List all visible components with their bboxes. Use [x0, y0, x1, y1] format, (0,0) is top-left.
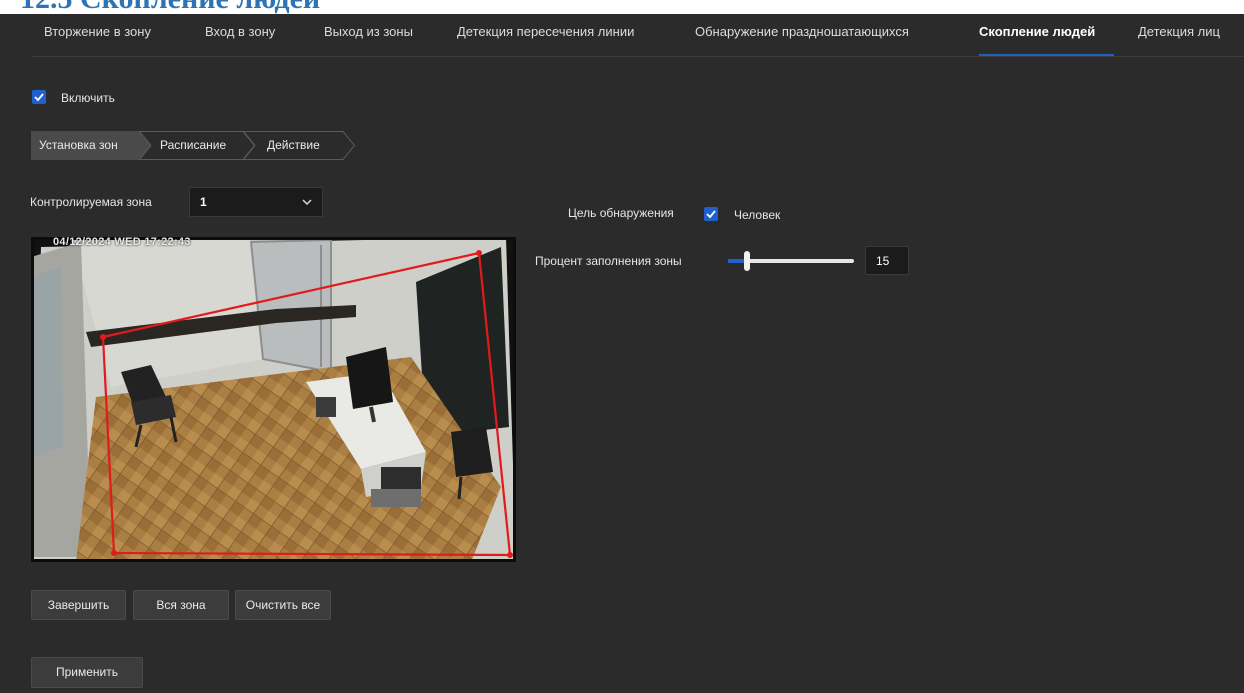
apply-button[interactable]: Применить [31, 657, 143, 688]
fill-percent-slider-thumb[interactable] [743, 251, 750, 271]
camera-preview[interactable]: 04/12/2024 WED 17:22:43 [31, 237, 516, 562]
zone-vertex[interactable] [111, 550, 117, 556]
tabs-divider [32, 56, 1244, 57]
fill-percent-value: 15 [876, 254, 890, 268]
document-heading: 12.5 Скопление людей [0, 0, 1244, 14]
tab-zone-intrusion[interactable]: Вторжение в зону [44, 14, 151, 54]
checkmark-icon [34, 93, 44, 102]
fill-percent-input[interactable]: 15 [865, 246, 909, 275]
zone-select-label: Контролируемая зона [30, 195, 152, 209]
tab-crowd-gathering[interactable]: Скопление людей [979, 14, 1095, 54]
finish-button[interactable]: Завершить [31, 590, 126, 620]
zone-polygon[interactable] [31, 237, 516, 562]
zone-vertex[interactable] [100, 334, 106, 340]
tab-loitering[interactable]: Обнаружение праздношатающихся [695, 14, 909, 54]
tab-face-detection[interactable]: Детекция лиц [1138, 14, 1220, 54]
detection-tabs: Вторжение в зону Вход в зону Выход из зо… [14, 14, 1244, 56]
enable-checkbox[interactable] [32, 90, 46, 104]
zone-select[interactable]: 1 [189, 187, 323, 217]
crowd-detection-panel: Вторжение в зону Вход в зону Выход из зо… [14, 14, 1244, 693]
clear-all-button[interactable]: Очистить все [235, 590, 331, 620]
chevron-down-icon [302, 199, 312, 206]
video-timestamp: 04/12/2024 WED 17:22:43 [53, 237, 191, 248]
human-checkbox[interactable] [704, 207, 718, 221]
step-zone-setup-label: Установка зон [39, 138, 118, 152]
step-zone-setup[interactable]: Установка зон [31, 131, 151, 160]
zone-vertex[interactable] [476, 250, 482, 256]
detection-target-label: Цель обнаружения [568, 206, 674, 220]
document-heading-text: 12.5 Скопление людей [20, 0, 320, 14]
step-action[interactable]: Действие [243, 131, 355, 160]
fill-percent-label: Процент заполнения зоны [535, 254, 682, 268]
step-action-label: Действие [267, 138, 320, 152]
step-schedule[interactable]: Расписание [139, 131, 255, 160]
checkmark-icon [706, 210, 716, 219]
tab-zone-entry[interactable]: Вход в зону [205, 14, 275, 54]
full-zone-button[interactable]: Вся зона [133, 590, 229, 620]
zone-select-value: 1 [200, 195, 207, 209]
step-schedule-label: Расписание [160, 138, 227, 152]
tab-line-crossing[interactable]: Детекция пересечения линии [457, 14, 634, 54]
enable-label: Включить [61, 91, 115, 105]
zone-vertex[interactable] [507, 552, 513, 558]
human-option-label: Человек [734, 208, 781, 222]
tab-zone-exit[interactable]: Выход из зоны [324, 14, 413, 54]
